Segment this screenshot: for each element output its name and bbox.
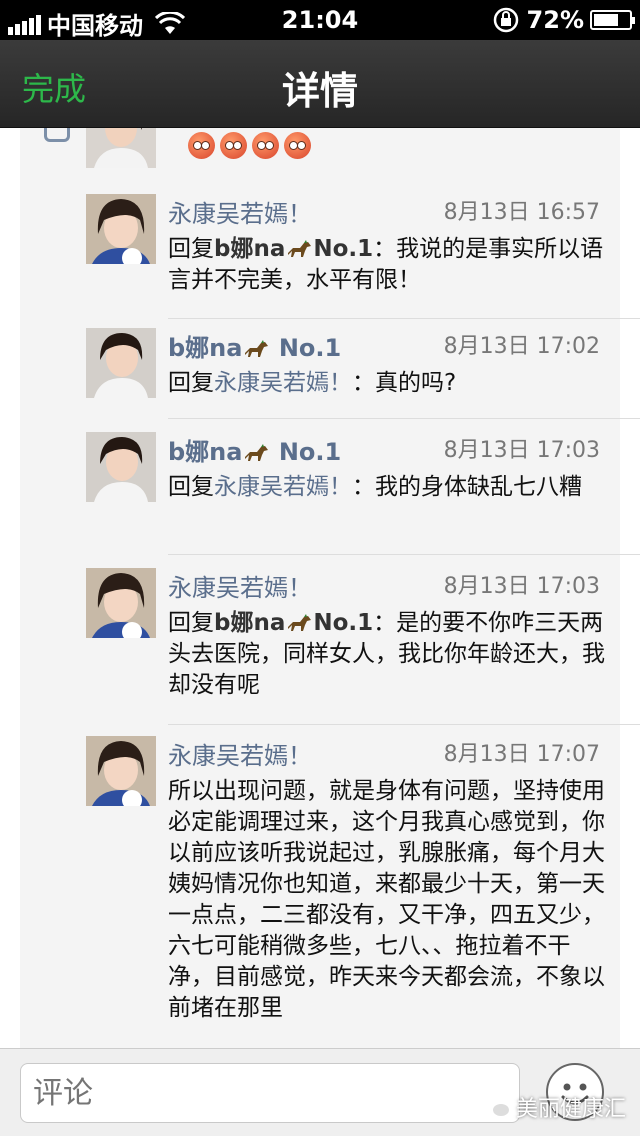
status-bar: 中国移动 21:04 72% (0, 0, 640, 40)
emoji-row (188, 132, 311, 159)
avatar[interactable] (86, 128, 156, 168)
comment-time: 8月13日 17:07 (443, 742, 600, 767)
comment-author[interactable]: 永康吴若嫣！ (168, 568, 312, 603)
list-item[interactable]: 永康吴若嫣！ 8月13日 17:07 所以出现问题，就是身体有问题，坚持使用必定… (20, 736, 620, 1048)
page-title: 详情 (281, 69, 358, 113)
rotation-lock-icon (493, 7, 518, 33)
comment-text: 回复b娜na No.1：我说的是事实所以语言并不完美，水平有限！ (168, 236, 604, 293)
comment-bar: 美丽健康汇 (0, 1048, 640, 1136)
horse-emoji-icon (245, 444, 269, 461)
divider (168, 418, 640, 419)
comment-input[interactable] (20, 1063, 520, 1123)
avatar[interactable] (86, 194, 156, 264)
list-item[interactable]: b娜na No.1 8月13日 17:02 回复永康吴若嫣！：真的吗? (20, 328, 620, 420)
comment-time: 8月13日 17:02 (443, 334, 600, 359)
list-item[interactable]: 永康吴若嫣！ 8月13日 17:03 回复b娜na No.1：是的要不你咋三天两头… (20, 568, 620, 724)
emoji-icon (284, 132, 311, 159)
comment-author[interactable]: 永康吴若嫣！ (168, 194, 312, 229)
divider (168, 318, 640, 319)
divider (168, 554, 640, 555)
avatar[interactable] (86, 432, 156, 502)
comment-text: 所以出现问题，就是身体有问题，坚持使用必定能调理过来，这个月我真心感觉到，你以前… (168, 778, 605, 1021)
comment-list[interactable]: 永康吴若嫣！ 8月13日 16:57 回复b娜na No.1：我说的是事实所以语言… (0, 128, 640, 1048)
comment-text: 回复b娜na No.1：是的要不你咋三天两头去医院，同样女人，我比你年龄还大，我却… (168, 610, 605, 698)
reply-to-user[interactable]: 永康吴若嫣！ (214, 474, 352, 500)
emoji-icon (220, 132, 247, 159)
watermark: 美丽健康汇 (484, 1091, 626, 1123)
comment-author[interactable]: b娜na No.1 (168, 328, 341, 363)
comment-text: 回复永康吴若嫣！：我的身体缺乱七八糟 (168, 474, 582, 500)
comment-author[interactable]: b娜na No.1 (168, 432, 341, 467)
emoji-icon (188, 132, 215, 159)
navigation-bar: 完成 详情 (0, 40, 640, 128)
avatar[interactable] (86, 568, 156, 638)
list-item[interactable]: b娜na No.1 8月13日 17:03 回复永康吴若嫣！：我的身体缺乱七八糟 (20, 432, 620, 552)
reply-to-user[interactable]: b娜na (214, 610, 285, 636)
divider (168, 724, 640, 725)
battery-icon (590, 10, 635, 30)
list-item[interactable]: 永康吴若嫣！ 8月13日 16:57 回复b娜na No.1：我说的是事实所以语言… (20, 194, 620, 316)
reply-to-user[interactable]: b娜na (214, 236, 285, 262)
battery-percent: 72% (526, 6, 584, 34)
horse-emoji-icon (288, 240, 312, 257)
wechat-icon (484, 1098, 509, 1116)
emoji-icon (252, 132, 279, 159)
avatar[interactable] (86, 736, 156, 806)
horse-emoji-icon (288, 614, 312, 631)
comment-time: 8月13日 16:57 (443, 200, 600, 225)
comment-time: 8月13日 17:03 (443, 438, 600, 463)
comment-text: 回复永康吴若嫣！：真的吗? (168, 370, 457, 396)
comment-time: 8月13日 17:03 (443, 574, 600, 599)
comment-author[interactable]: 永康吴若嫣！ (168, 736, 312, 771)
avatar[interactable] (86, 328, 156, 398)
horse-emoji-icon (245, 340, 269, 357)
list-item (20, 128, 620, 168)
reply-to-user[interactable]: 永康吴若嫣！ (214, 370, 352, 396)
